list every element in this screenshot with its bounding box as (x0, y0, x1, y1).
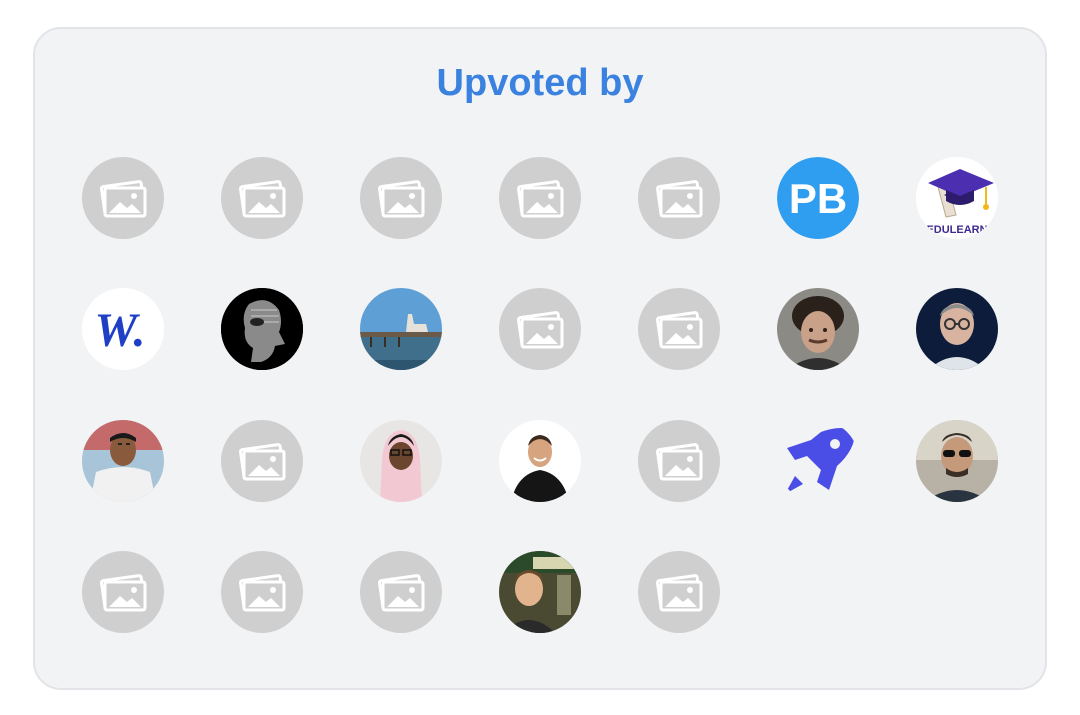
avatar-pier-photo[interactable] (360, 288, 442, 370)
avatar-edulearn-logo[interactable]: EDULEARN (916, 157, 998, 239)
avatar-placeholder[interactable] (221, 157, 303, 239)
face-silhouette-image (221, 288, 303, 370)
image-placeholder-icon (656, 311, 703, 349)
avatar-placeholder[interactable] (221, 420, 303, 502)
avatar-placeholder[interactable] (638, 288, 720, 370)
avatar-cartoon-man[interactable] (499, 551, 581, 633)
avatar-face-silhouette[interactable] (221, 288, 303, 370)
avatar-placeholder[interactable] (499, 157, 581, 239)
w-logo-text: W. (94, 304, 145, 357)
avatar-placeholder[interactable] (638, 157, 720, 239)
image-placeholder-icon (517, 311, 564, 349)
image-placeholder-icon (517, 180, 564, 218)
smiling-man-photo (499, 420, 581, 502)
pb-logo: PB (777, 157, 859, 239)
avatar-rocket-logo[interactable] (777, 420, 859, 502)
avatar-sunglasses-man[interactable] (916, 420, 998, 502)
image-placeholder-icon (100, 574, 147, 612)
hijab-woman-photo (360, 420, 442, 502)
pb-logo-text: PB (789, 175, 847, 222)
curly-hair-man-photo (777, 288, 859, 370)
image-placeholder-icon (239, 443, 286, 481)
image-placeholder-icon (239, 180, 286, 218)
image-placeholder-icon (656, 180, 703, 218)
avatar-w-logo[interactable]: W. (82, 288, 164, 370)
man-white-shirt-photo (82, 420, 164, 502)
avatar-placeholder[interactable] (82, 551, 164, 633)
card-title: Upvoted by (436, 62, 644, 104)
avatar-placeholder[interactable] (638, 420, 720, 502)
avatar-placeholder[interactable] (638, 551, 720, 633)
avatar-placeholder[interactable] (221, 551, 303, 633)
w-logo: W. (82, 288, 164, 370)
image-placeholder-icon (239, 574, 286, 612)
image-placeholder-icon (378, 574, 425, 612)
sunglasses-man-photo (916, 420, 998, 502)
rocket-icon (777, 420, 859, 502)
avatar-placeholder[interactable] (82, 157, 164, 239)
avatar-placeholder[interactable] (360, 551, 442, 633)
avatar-placeholder[interactable] (360, 157, 442, 239)
avatar-smiling-man[interactable] (499, 420, 581, 502)
avatar-curly-hair-man[interactable] (777, 288, 859, 370)
image-placeholder-icon (656, 443, 703, 481)
image-placeholder-icon (378, 180, 425, 218)
avatar-man-white-shirt[interactable] (82, 420, 164, 502)
pier-photo-image (360, 288, 442, 370)
cartoon-man-photo (499, 551, 581, 633)
image-placeholder-icon (656, 574, 703, 612)
avatar-glasses-man[interactable] (916, 288, 998, 370)
avatar-placeholder[interactable] (499, 288, 581, 370)
image-placeholder-icon (100, 180, 147, 218)
glasses-man-photo (916, 288, 998, 370)
graduation-cap-icon: EDULEARN (916, 157, 998, 239)
avatar-hijab-woman[interactable] (360, 420, 442, 502)
avatar-pb-logo[interactable]: PB (777, 157, 859, 239)
